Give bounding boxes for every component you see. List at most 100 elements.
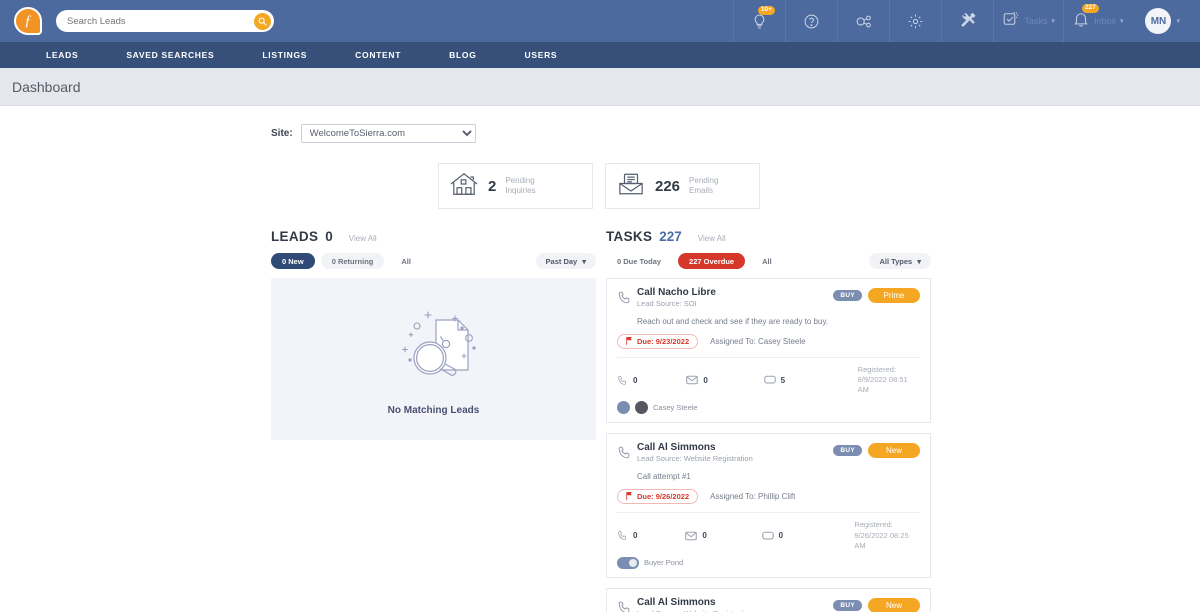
task-lead-source: Lead Source: Website Registration [637, 454, 753, 464]
task-title[interactable]: Call Al Simmons [637, 442, 833, 453]
chat-bubble-icon [761, 531, 774, 541]
search-icon[interactable] [254, 12, 271, 30]
leads-timeframe-label: Past Day [545, 256, 578, 266]
avatar[interactable]: MN [1145, 8, 1172, 34]
envelope-icon [685, 531, 698, 541]
task-due-text: Due: 9/26/2022 [637, 492, 690, 502]
phone-icon [617, 597, 637, 612]
task-assigned-to: Assigned To: Phillip Clift [710, 492, 796, 502]
inbox-menu[interactable]: 227 Inbox ▾ [1062, 0, 1132, 42]
task-email-count: 0 [686, 375, 763, 385]
leads-view-all-link[interactable]: View All [349, 234, 377, 243]
phone-icon [617, 530, 628, 541]
task-due-badge: Due: 9/26/2022 [617, 489, 699, 505]
leads-column: LEADS 0 View All 0 New 0 Returning All P… [271, 229, 596, 612]
search-input[interactable] [67, 15, 254, 27]
pending-emails-value: 226 [655, 177, 681, 195]
search-leads-box[interactable] [56, 10, 274, 32]
gear-icon[interactable] [889, 0, 941, 42]
task-assigned-to: Assigned To: Casey Steele [710, 337, 806, 346]
envelope-icon [686, 375, 699, 385]
header-icon-group: 10+ Tasks ▾ 227 Inbox ▾ MN ▾ [733, 0, 1190, 42]
chevron-down-icon[interactable]: ▾ [1051, 17, 1055, 25]
pending-inquiries-label: Pending Inquiries [505, 176, 536, 195]
task-card[interactable]: Call Nacho Libre Lead Source: SOI BUY Pr… [606, 278, 931, 424]
help-circle-icon[interactable] [785, 0, 837, 42]
task-owner-name: Casey Steele [653, 403, 698, 413]
nav-item-saved-searches[interactable]: SAVED SEARCHES [102, 50, 238, 60]
avatar[interactable] [635, 401, 648, 415]
chevron-down-icon: ▾ [917, 256, 921, 266]
task-stage-badge[interactable]: New [868, 443, 920, 459]
sierra-logo-icon[interactable]: ƒ [14, 7, 42, 35]
task-stage-badge[interactable]: New [868, 597, 920, 612]
task-buy-badge: BUY [833, 599, 862, 611]
leads-empty-text: No Matching Leads [387, 405, 480, 416]
task-stage-badge[interactable]: Prime [868, 288, 920, 303]
site-select[interactable]: WelcomeToSierra.com [300, 124, 476, 143]
nav-item-content[interactable]: CONTENT [331, 50, 425, 60]
tasks-filter-due-today[interactable]: 0 Due Today [606, 253, 672, 269]
inbox-menu-label: Inbox [1093, 16, 1116, 26]
nav-item-leads[interactable]: LEADS [22, 50, 102, 60]
tasks-menu[interactable]: Tasks ▾ [993, 0, 1063, 42]
nav-item-users[interactable]: USERS [501, 50, 582, 60]
nav-item-listings[interactable]: LISTINGS [238, 50, 331, 60]
task-card[interactable]: Call Al Simmons Lead Source: Website Reg… [606, 587, 931, 612]
envelope-icon [616, 171, 646, 202]
tasks-type-label: All Types [879, 256, 913, 266]
tasks-count: 227 [659, 229, 682, 244]
tasks-filter-all[interactable]: All [751, 253, 783, 269]
leads-header: LEADS 0 View All [271, 229, 596, 244]
pending-emails-card[interactable]: 226 Pending Emails [605, 163, 760, 209]
tasks-menu-label: Tasks [1024, 16, 1048, 26]
task-card[interactable]: Call Al Simmons Lead Source: Website Reg… [606, 433, 931, 578]
leads-filter-all[interactable]: All [390, 253, 422, 269]
task-due-text: Due: 9/23/2022 [637, 337, 690, 346]
leads-count: 0 [325, 229, 333, 244]
user-menu[interactable]: MN ▾ [1131, 8, 1190, 34]
tasks-title: TASKS [606, 229, 653, 244]
checkbox-tasks-icon [1002, 10, 1020, 33]
tasks-filter-row: 0 Due Today 227 Overdue All All Types ▾ [606, 253, 931, 269]
dashboard-columns: LEADS 0 View All 0 New 0 Returning All P… [0, 229, 1200, 612]
bell-icon [1072, 10, 1090, 33]
tasks-list[interactable]: Call Nacho Libre Lead Source: SOI BUY Pr… [606, 278, 931, 612]
lightbulb-icon[interactable]: 10+ [733, 0, 785, 42]
task-message-count: 5 [763, 375, 858, 385]
chevron-down-icon[interactable]: ▾ [1176, 17, 1180, 25]
tasks-view-all-link[interactable]: View All [698, 234, 726, 243]
chat-bubble-icon [763, 375, 776, 385]
top-header-bar: ƒ 10+ [0, 0, 1200, 42]
task-call-count: 0 [617, 530, 685, 541]
task-note: Call attempt #1 [637, 472, 691, 482]
leads-filter-returning[interactable]: 0 Returning [320, 253, 385, 269]
leads-timeframe-dropdown[interactable]: Past Day ▾ [535, 253, 596, 269]
task-buy-badge: BUY [833, 445, 862, 457]
leads-filter-new[interactable]: 0 New [271, 253, 315, 269]
task-title[interactable]: Call Al Simmons [637, 597, 833, 608]
site-label: Site: [271, 128, 293, 139]
tasks-type-dropdown[interactable]: All Types ▾ [869, 253, 931, 269]
tools-icon[interactable] [941, 0, 993, 42]
chevron-down-icon: ▾ [582, 256, 586, 266]
site-selector-row: Site: WelcomeToSierra.com [0, 124, 1200, 143]
task-message-count: 0 [761, 531, 855, 541]
task-title[interactable]: Call Nacho Libre [637, 287, 833, 298]
buyer-pond-toggle[interactable] [617, 556, 639, 569]
tasks-header: TASKS 227 View All [606, 229, 931, 244]
chevron-down-icon[interactable]: ▾ [1120, 17, 1124, 25]
nav-item-blog[interactable]: BLOG [425, 50, 500, 60]
tasks-filter-overdue[interactable]: 227 Overdue [678, 253, 746, 269]
stat-cards-row: 2 Pending Inquiries 226 Pending Emails [0, 163, 1200, 209]
leads-empty-state: No Matching Leads [271, 278, 596, 440]
main-navigation: LEADS SAVED SEARCHES LISTINGS CONTENT BL… [0, 42, 1200, 68]
page-title-bar: Dashboard [0, 68, 1200, 106]
network-share-icon[interactable] [837, 0, 889, 42]
task-pond-name: Buyer Pond [644, 558, 684, 568]
document-search-icon [374, 302, 494, 399]
pending-inquiries-card[interactable]: 2 Pending Inquiries [438, 163, 593, 209]
task-email-count: 0 [685, 531, 761, 541]
dashboard-main: Site: WelcomeToSierra.com 2 Pending Inqu… [0, 106, 1200, 612]
avatar[interactable] [617, 401, 630, 415]
